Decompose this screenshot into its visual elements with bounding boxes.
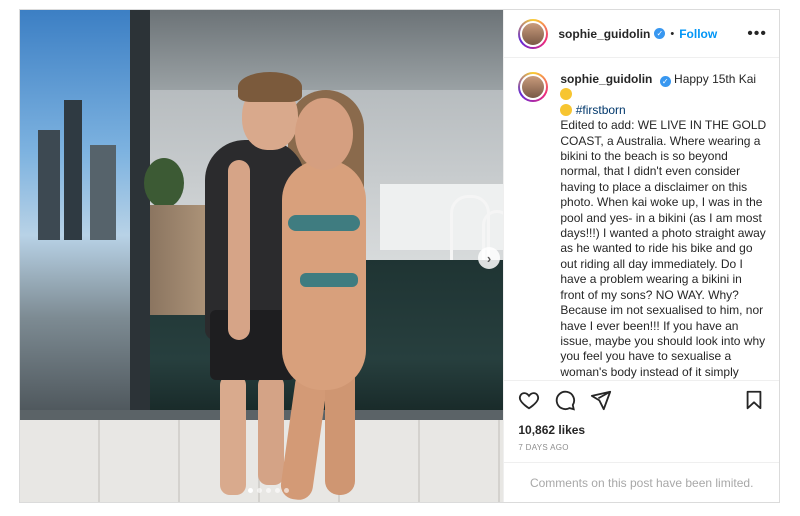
post-date: 7 DAYS AGO (518, 443, 569, 452)
plant (144, 158, 184, 208)
door-frame (130, 10, 150, 420)
city-window (20, 10, 138, 420)
chevron-right-icon[interactable]: › (478, 247, 500, 269)
carousel-dot (275, 488, 280, 493)
carousel-dot (257, 488, 262, 493)
caption-body: Edited to add: WE LIVE IN THE GOLD COAST… (560, 118, 767, 379)
post-header: sophie_guidolin ✓ • Follow ••• (504, 10, 779, 58)
more-options-icon[interactable]: ••• (747, 25, 767, 43)
boy-hair (238, 72, 302, 102)
star-struck-emoji-icon (560, 88, 573, 101)
heart-icon[interactable] (518, 389, 540, 411)
carousel-dot (248, 488, 253, 493)
username-link[interactable]: sophie_guidolin (558, 27, 650, 41)
bikini-top (288, 215, 360, 231)
carousel-dot (266, 488, 271, 493)
caption-username[interactable]: sophie_guidolin (560, 72, 652, 86)
verified-badge-icon: ✓ (654, 28, 666, 39)
action-bar (504, 381, 779, 419)
comment-icon[interactable] (554, 389, 576, 411)
separator-dot: • (670, 27, 675, 40)
verified-badge-icon: ✓ (659, 76, 671, 88)
carousel-dot (284, 488, 289, 493)
carousel-dots (248, 488, 289, 493)
woman-head (295, 98, 353, 170)
comments-limited-notice: Comments on this post have been limited. (504, 462, 779, 502)
likes-count[interactable]: 10,862 likes (504, 419, 779, 437)
paper-plane-icon[interactable] (590, 389, 612, 411)
boy-arm (228, 160, 250, 340)
caption-area: sophie_guidolin ✓ Happy 15th Kai #firstb… (504, 58, 779, 381)
avatar[interactable] (518, 18, 549, 49)
hashtag-link[interactable]: #firstborn (576, 103, 626, 117)
post-modal: › sophie_guidolin ✓ • Follow ••• sophie_… (19, 9, 780, 503)
avatar[interactable] (518, 72, 549, 102)
caption-intro: Happy 15th Kai (674, 72, 757, 86)
post-side-panel: sophie_guidolin ✓ • Follow ••• sophie_gu… (503, 10, 779, 502)
boy-leg (258, 375, 284, 485)
bookmark-icon[interactable] (743, 389, 765, 411)
caption: sophie_guidolin ✓ Happy 15th Kai #firstb… (560, 72, 767, 380)
post-photo[interactable]: › (20, 10, 504, 502)
star-struck-emoji-icon (560, 103, 573, 116)
ceiling (150, 10, 504, 90)
follow-button[interactable]: Follow (679, 27, 717, 41)
bikini-bottom (300, 273, 358, 287)
boy-leg (220, 375, 246, 495)
